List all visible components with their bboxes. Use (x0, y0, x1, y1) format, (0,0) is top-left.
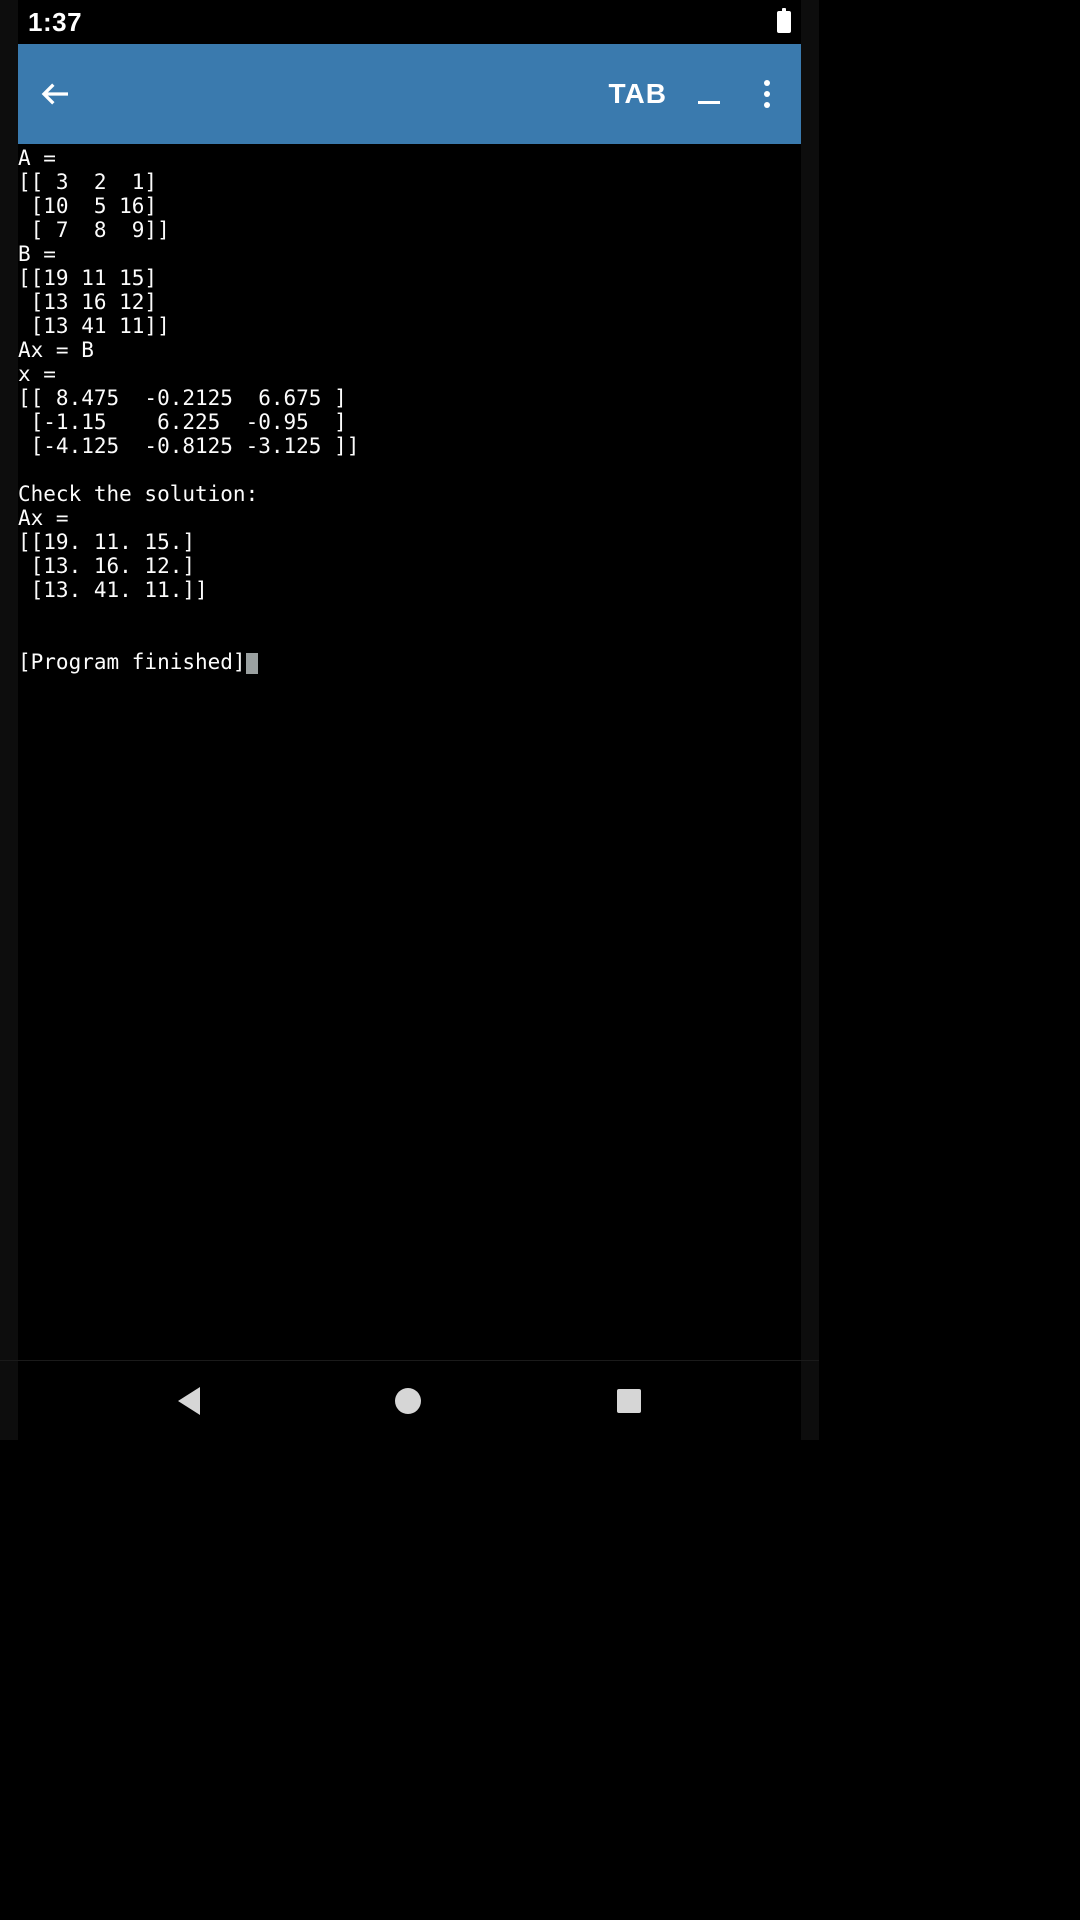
minimize-button[interactable] (695, 74, 723, 114)
nav-back-button[interactable] (178, 1387, 200, 1415)
status-time: 1:37 (28, 7, 82, 38)
output-line: [[19 11 15] (18, 266, 157, 290)
output-line: [10 5 16] (18, 194, 157, 218)
output-line: Check the solution: (18, 482, 258, 506)
output-line: [[ 3 2 1] (18, 170, 157, 194)
output-line: [13 16 12] (18, 290, 157, 314)
tab-button[interactable]: TAB (609, 78, 667, 110)
output-line: Ax = B (18, 338, 94, 362)
output-line: A = (18, 146, 56, 170)
output-line: [-4.125 -0.8125 -3.125 ]] (18, 434, 359, 458)
status-bar: 1:37 (18, 0, 801, 44)
battery-icon (777, 11, 791, 33)
system-nav-bar (0, 1360, 819, 1440)
nav-recent-button[interactable] (617, 1389, 641, 1413)
minimize-icon (698, 101, 720, 105)
output-line: [Program finished] (18, 650, 246, 674)
output-line: x = (18, 362, 56, 386)
output-line: Ax = (18, 506, 69, 530)
back-button[interactable] (36, 74, 76, 114)
output-line: B = (18, 242, 56, 266)
output-line: [13 41 11]] (18, 314, 170, 338)
output-line: [[19. 11. 15.] (18, 530, 195, 554)
output-line: [13. 16. 12.] (18, 554, 195, 578)
terminal-cursor (246, 653, 258, 674)
nav-home-button[interactable] (395, 1388, 421, 1414)
more-menu-button[interactable] (751, 74, 783, 114)
output-line: [-1.15 6.225 -0.95 ] (18, 410, 347, 434)
output-line: [13. 41. 11.]] (18, 578, 208, 602)
terminal-output[interactable]: A = [[ 3 2 1] [10 5 16] [ 7 8 9]] B = [[… (18, 144, 801, 674)
arrow-left-icon (40, 78, 72, 110)
output-line: [ 7 8 9]] (18, 218, 170, 242)
more-icon (764, 80, 770, 86)
output-line: [[ 8.475 -0.2125 6.675 ] (18, 386, 347, 410)
app-bar: TAB (18, 44, 801, 144)
